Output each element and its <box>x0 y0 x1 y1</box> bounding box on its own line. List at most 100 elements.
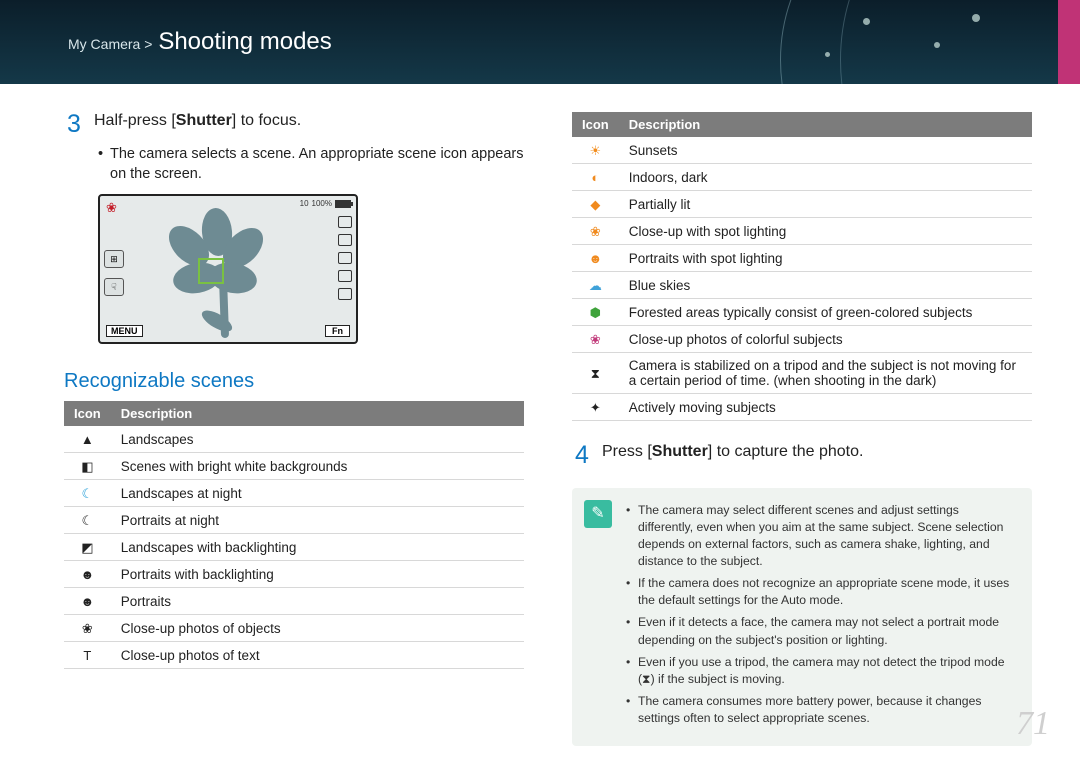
lcd-illustration: ❀ 10 100% ⊞ ☟ <box>98 194 358 344</box>
lcd-icon <box>338 234 352 246</box>
scene-description: Forested areas typically consist of gree… <box>619 299 1032 326</box>
scene-icon: ☁ <box>587 277 603 293</box>
scene-description: Close-up photos of objects <box>111 615 524 642</box>
scene-icon: ❀ <box>587 223 603 239</box>
table-row: ☁ Blue skies <box>572 272 1032 299</box>
table-row: ⧗ Camera is stabilized on a tripod and th… <box>572 353 1032 394</box>
dot-decoration <box>825 52 830 57</box>
scene-icon: ◐ <box>587 169 603 185</box>
scene-description: Sunsets <box>619 137 1032 164</box>
lcd-icon <box>338 252 352 264</box>
scene-description: Actively moving subjects <box>619 394 1032 421</box>
scene-table-left: Icon Description ▲ Landscapes ◧ Scenes with… <box>64 401 524 669</box>
scene-icon-cell: ☻ <box>64 561 111 588</box>
scene-icon-cell: ◧ <box>64 453 111 480</box>
scene-description: Scenes with bright white backgrounds <box>111 453 524 480</box>
scene-description: Portraits at night <box>111 507 524 534</box>
scene-icon: ⬢ <box>587 304 603 320</box>
col-header-desc: Description <box>619 112 1032 137</box>
scene-description: Close-up with spot lighting <box>619 218 1032 245</box>
scene-description: Portraits with backlighting <box>111 561 524 588</box>
step-4: 4 Press [Shutter] to capture the photo. <box>572 443 1032 468</box>
scene-icon: T <box>79 647 95 663</box>
lcd-side-icon: ⊞ <box>104 250 124 268</box>
battery-icon <box>335 200 351 208</box>
table-row: ☀ Sunsets <box>572 137 1032 164</box>
scene-icon: ⧗ <box>587 365 603 381</box>
note-list: The camera may select different scenes a… <box>626 502 1016 727</box>
scene-icon: ❀ <box>79 620 95 636</box>
lcd-count: 10 <box>300 199 309 208</box>
scene-icon-cell: ◐ <box>572 164 619 191</box>
scene-icon-cell: ☻ <box>64 588 111 615</box>
page-header: My Camera > Shooting modes <box>0 0 1080 84</box>
scene-description: Close-up photos of colorful subjects <box>619 326 1032 353</box>
lcd-side-icon: ☟ <box>104 278 124 296</box>
table-row: ◆Partially lit <box>572 191 1032 218</box>
focus-square <box>198 258 224 284</box>
step-text: Press [Shutter] to capture the photo. <box>602 443 863 461</box>
table-row: ◩ Landscapes with backlighting <box>64 534 524 561</box>
scene-icon: ☾ <box>79 512 95 528</box>
scene-icon-cell: ❀ <box>64 615 111 642</box>
table-row: ▲ Landscapes <box>64 426 524 453</box>
scene-description: Camera is stabilized on a tripod and the… <box>619 353 1032 394</box>
scene-icon: ▲ <box>79 431 95 447</box>
flower-leaf <box>199 307 235 336</box>
lcd-battery-pct: 100% <box>312 199 332 208</box>
scene-icon: ✦ <box>587 399 603 415</box>
scene-icon-cell: ⬢ <box>572 299 619 326</box>
note-item: If the camera does not recognize an appr… <box>626 575 1016 609</box>
lcd-top-bar: 10 100% <box>300 199 351 208</box>
scene-icon: ☀ <box>587 142 603 158</box>
scene-description: Landscapes <box>111 426 524 453</box>
scene-icon: ☻ <box>79 566 95 582</box>
table-row: ✦ Actively moving subjects <box>572 394 1032 421</box>
col-header-icon: Icon <box>64 401 111 426</box>
table-row: ◧ Scenes with bright white backgrounds <box>64 453 524 480</box>
scene-description: Landscapes with backlighting <box>111 534 524 561</box>
scene-description: Close-up photos of text <box>111 642 524 669</box>
breadcrumb: My Camera > Shooting modes <box>68 28 332 56</box>
left-column: 3 Half-press [Shutter] to focus. The cam… <box>64 112 524 746</box>
scene-icon-cell: ▲ <box>64 426 111 453</box>
step-number: 4 <box>572 443 592 468</box>
scene-description: Portraits <box>111 588 524 615</box>
scene-icon-cell: ☁ <box>572 272 619 299</box>
table-row: ❀ Close-up with spot lighting <box>572 218 1032 245</box>
col-header-icon: Icon <box>572 112 619 137</box>
table-row: ☻Portraits with spot lighting <box>572 245 1032 272</box>
scene-icon: ☻ <box>79 593 95 609</box>
step-number: 3 <box>64 112 84 137</box>
scene-icon: ◧ <box>79 458 95 474</box>
dot-decoration <box>863 18 870 25</box>
scene-description: Partially lit <box>619 191 1032 218</box>
lcd-icon <box>338 216 352 228</box>
scene-icon: ◩ <box>79 539 95 555</box>
scene-description: Blue skies <box>619 272 1032 299</box>
header-arc-decoration <box>840 0 1080 84</box>
lcd-icon <box>338 270 352 282</box>
step-text: Half-press [Shutter] to focus. <box>94 112 301 130</box>
note-item: Even if you use a tripod, the camera may… <box>626 654 1016 688</box>
note-box: ✎ The camera may select different scenes… <box>572 488 1032 746</box>
section-heading-recognizable: Recognizable scenes <box>64 370 524 393</box>
table-row: ◐Indoors, dark <box>572 164 1032 191</box>
breadcrumb-path: My Camera > <box>68 36 152 52</box>
scene-description: Landscapes at night <box>111 480 524 507</box>
scene-icon: ☻ <box>587 250 603 266</box>
scene-icon-cell: ☀ <box>572 137 619 164</box>
right-column: Icon Description ☀ Sunsets◐Indoors, dark◆… <box>572 112 1032 746</box>
scene-table-right: Icon Description ☀ Sunsets◐Indoors, dark◆… <box>572 112 1032 421</box>
col-header-desc: Description <box>111 401 524 426</box>
scene-icon-cell: T <box>64 642 111 669</box>
note-item: The camera consumes more battery power, … <box>626 693 1016 727</box>
step-3-sub: The camera selects a scene. An appropria… <box>98 145 524 184</box>
table-row: T Close-up photos of text <box>64 642 524 669</box>
note-item: Even if it detects a face, the camera ma… <box>626 614 1016 648</box>
scene-icon: ☾ <box>79 485 95 501</box>
table-row: ❀ Close-up photos of objects <box>64 615 524 642</box>
table-row: ☾ Landscapes at night <box>64 480 524 507</box>
scene-icon-cell: ✦ <box>572 394 619 421</box>
scene-icon-cell: ◆ <box>572 191 619 218</box>
